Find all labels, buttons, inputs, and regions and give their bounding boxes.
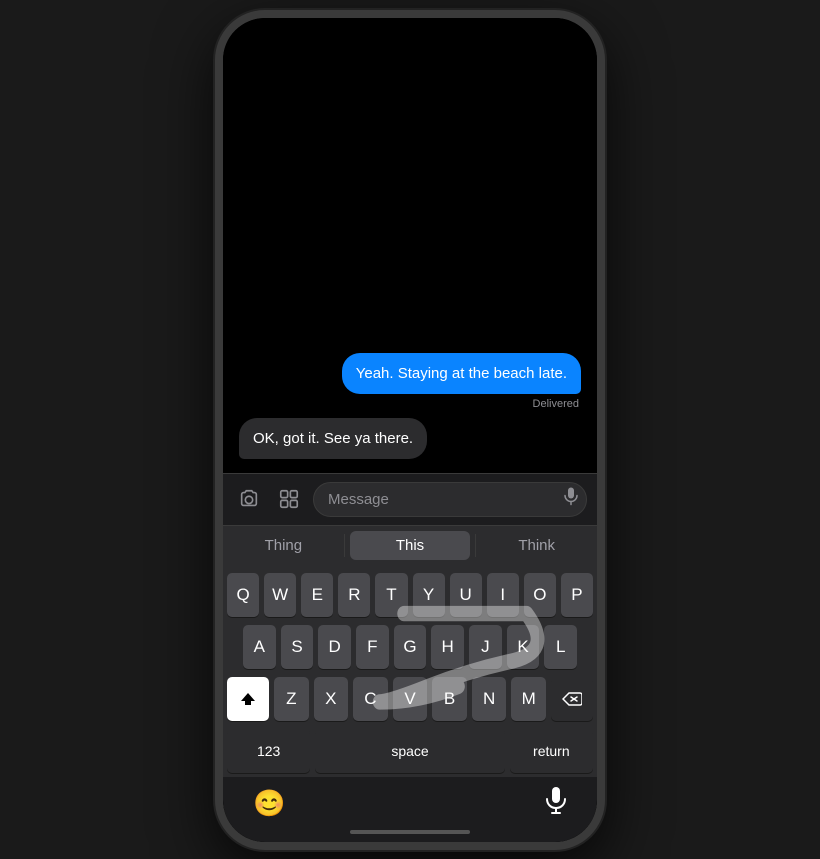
key-m[interactable]: M	[511, 677, 546, 721]
key-l[interactable]: L	[544, 625, 577, 669]
key-y[interactable]: Y	[413, 573, 445, 617]
key-h[interactable]: H	[431, 625, 464, 669]
key-return[interactable]: return	[510, 729, 593, 773]
key-v[interactable]: V	[393, 677, 428, 721]
keyboard-row-3: Z X C V B N M	[227, 677, 593, 721]
key-delete[interactable]	[551, 677, 593, 721]
key-i[interactable]: I	[487, 573, 519, 617]
autocomplete-this[interactable]: This	[350, 531, 471, 560]
mic-button[interactable]	[545, 787, 567, 820]
message-sent: Yeah. Staying at the beach late.	[342, 353, 581, 394]
message-sent-text: Yeah. Staying at the beach late.	[356, 365, 567, 382]
autocomplete-think[interactable]: Think	[476, 526, 597, 565]
key-u[interactable]: U	[450, 573, 482, 617]
key-a[interactable]: A	[243, 625, 276, 669]
key-r[interactable]: R	[338, 573, 370, 617]
key-shift[interactable]	[227, 677, 269, 721]
key-q[interactable]: Q	[227, 573, 259, 617]
message-received: OK, got it. See ya there.	[239, 418, 427, 459]
key-j[interactable]: J	[469, 625, 502, 669]
key-b[interactable]: B	[432, 677, 467, 721]
key-g[interactable]: G	[394, 625, 427, 669]
key-t[interactable]: T	[375, 573, 407, 617]
camera-button[interactable]	[233, 483, 265, 515]
keyboard-row-4: 123 space return	[227, 729, 593, 773]
message-input-wrapper: Message	[313, 482, 587, 517]
phone-frame: Yeah. Staying at the beach late. Deliver…	[215, 10, 605, 850]
key-space[interactable]: space	[315, 729, 504, 773]
key-f[interactable]: F	[356, 625, 389, 669]
key-x[interactable]: X	[314, 677, 349, 721]
key-p[interactable]: P	[561, 573, 593, 617]
key-s[interactable]: S	[281, 625, 314, 669]
key-z[interactable]: Z	[274, 677, 309, 721]
key-e[interactable]: E	[301, 573, 333, 617]
home-indicator-bar	[223, 826, 597, 842]
keyboard-row-1: Q W E R T Y U I O P	[227, 573, 593, 617]
keyboard-row-2: A S D F G H J K L	[227, 625, 593, 669]
emoji-button[interactable]: 😊	[253, 788, 285, 819]
mic-input-icon[interactable]	[563, 488, 579, 511]
delivered-label: Delivered	[239, 398, 581, 410]
key-c[interactable]: C	[353, 677, 388, 721]
key-numbers[interactable]: 123	[227, 729, 310, 773]
autocomplete-bar: Thing This Think	[223, 525, 597, 565]
message-input[interactable]: Message	[313, 482, 587, 517]
key-o[interactable]: O	[524, 573, 556, 617]
phone-inner: Yeah. Staying at the beach late. Deliver…	[223, 18, 597, 842]
key-w[interactable]: W	[264, 573, 296, 617]
key-d[interactable]: D	[318, 625, 351, 669]
keyboard: Q W E R T Y U I O P A S D F G H J K	[223, 565, 597, 777]
bottom-bar: 😊	[223, 777, 597, 826]
message-received-text: OK, got it. See ya there.	[253, 430, 413, 447]
key-n[interactable]: N	[472, 677, 507, 721]
autocomplete-divider-left	[344, 534, 345, 557]
input-bar: Message	[223, 473, 597, 525]
key-k[interactable]: K	[507, 625, 540, 669]
appstore-button[interactable]	[273, 483, 305, 515]
autocomplete-thing[interactable]: Thing	[223, 526, 344, 565]
home-indicator	[350, 830, 470, 834]
messages-area: Yeah. Staying at the beach late. Deliver…	[223, 18, 597, 473]
